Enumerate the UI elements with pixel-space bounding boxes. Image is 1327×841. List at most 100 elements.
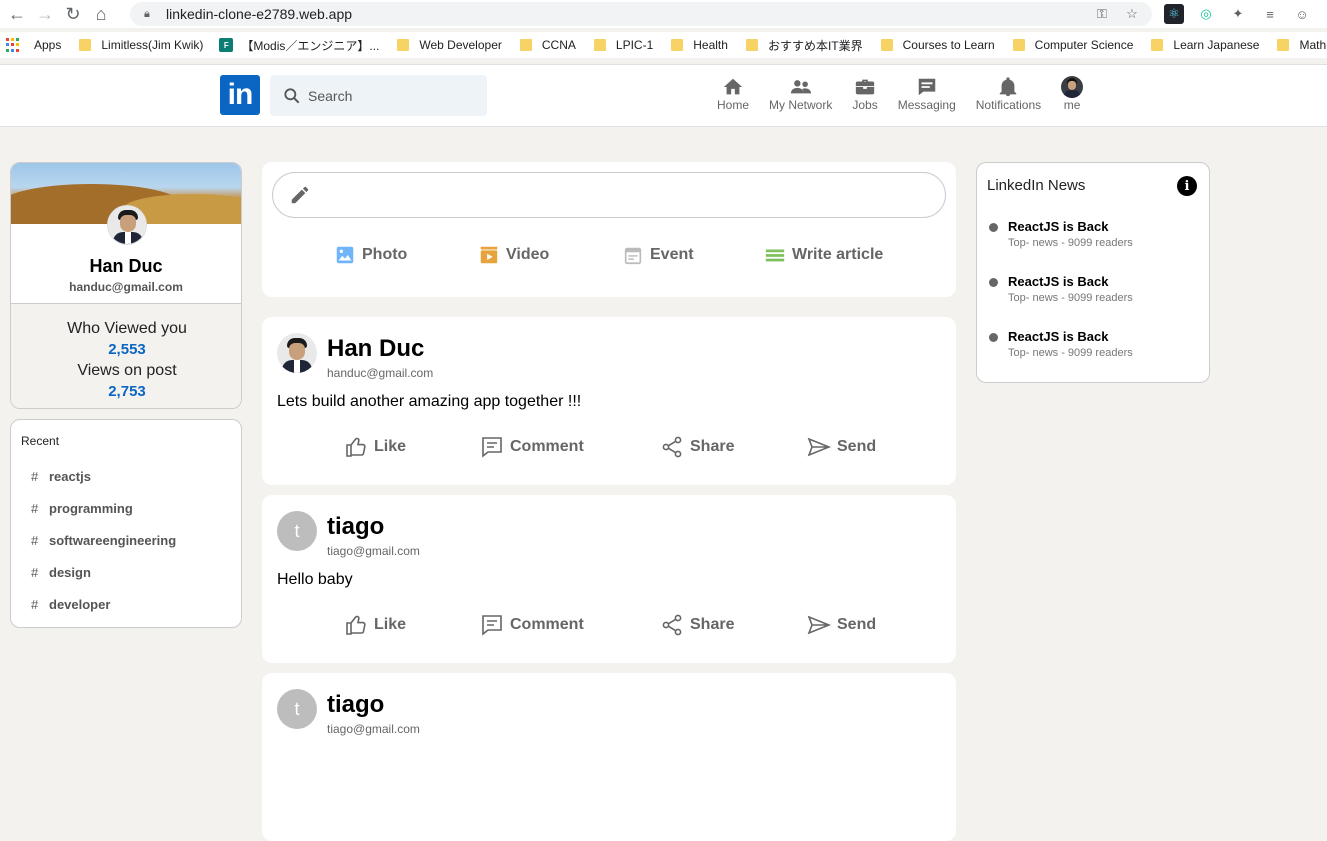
media-icon[interactable]: ≡ bbox=[1260, 4, 1280, 24]
back-icon[interactable]: ← bbox=[6, 3, 28, 25]
option-label: Event bbox=[650, 246, 694, 263]
like-button[interactable]: Like bbox=[344, 613, 406, 637]
address-bar[interactable]: 🔒︎ linkedin-clone-e2789.web.app bbox=[130, 2, 1152, 26]
home-browser-icon[interactable]: ⌂ bbox=[90, 3, 112, 25]
action-label: Comment bbox=[510, 438, 584, 455]
avatar[interactable]: t bbox=[277, 689, 317, 729]
composer-photo-button[interactable]: Photo bbox=[334, 244, 407, 266]
bookmark-label: Math bbox=[1299, 38, 1327, 52]
post-input-box[interactable] bbox=[272, 172, 946, 218]
recent-tag[interactable]: # reactjs bbox=[21, 460, 231, 492]
send-icon bbox=[807, 615, 831, 635]
bookmark-label: Courses to Learn bbox=[902, 38, 995, 52]
news-sub: Top- news - 9099 readers bbox=[1008, 292, 1133, 304]
folder-icon bbox=[519, 39, 532, 51]
recent-title: Recent bbox=[21, 434, 60, 448]
recent-tag[interactable]: # softwareengineering bbox=[21, 524, 231, 556]
bookmark-modis[interactable]: F 【Modis／エンジニア】... bbox=[219, 37, 379, 54]
composer-article-button[interactable]: Write article bbox=[764, 244, 883, 266]
share-button[interactable]: Share bbox=[660, 613, 734, 637]
feed-post: Han Duc handuc@gmail.com Lets build anot… bbox=[262, 317, 956, 485]
avatar[interactable] bbox=[277, 333, 317, 373]
search-box[interactable] bbox=[270, 75, 487, 116]
nav-jobs[interactable]: Jobs bbox=[852, 76, 878, 112]
nav-messaging[interactable]: Messaging bbox=[898, 76, 956, 112]
avatar[interactable]: t bbox=[277, 511, 317, 551]
action-label: Share bbox=[690, 616, 735, 633]
action-label: Like bbox=[374, 616, 407, 633]
post-author[interactable]: tiago bbox=[327, 513, 384, 541]
profile-email: handuc@gmail.com bbox=[69, 280, 183, 294]
react-devtools-icon[interactable]: ⚛ bbox=[1164, 4, 1184, 24]
nav-my-network[interactable]: My Network bbox=[769, 76, 832, 112]
post-message: Lets build another amazing app together … bbox=[277, 393, 582, 410]
nav-me[interactable]: me bbox=[1061, 76, 1084, 112]
bookmark-cs[interactable]: Computer Science bbox=[1012, 38, 1133, 52]
bookmark-apps[interactable]: Apps bbox=[6, 38, 61, 52]
apps-grid-icon bbox=[6, 38, 20, 52]
key-icon[interactable]: ⚿ bbox=[1092, 4, 1112, 24]
post-author[interactable]: Han Duc bbox=[327, 335, 424, 363]
post-input[interactable] bbox=[323, 186, 883, 204]
folder-icon bbox=[1277, 39, 1290, 51]
bookmark-label: LPIC-1 bbox=[615, 38, 654, 52]
share-button[interactable]: Share bbox=[660, 435, 734, 459]
composer-video-button[interactable]: Video bbox=[478, 244, 549, 266]
views-count[interactable]: 2,753 bbox=[11, 381, 241, 402]
recent-tag[interactable]: # design bbox=[21, 556, 231, 588]
nav-home[interactable]: Home bbox=[717, 76, 749, 112]
hash-icon: # bbox=[31, 468, 39, 484]
comment-button[interactable]: Comment bbox=[480, 613, 584, 637]
tag-label: programming bbox=[49, 500, 133, 516]
bookmark-web-developer[interactable]: Web Developer bbox=[397, 38, 502, 52]
news-item[interactable]: ReactJS is Back Top- news - 9099 readers bbox=[989, 274, 1133, 304]
recent-tag[interactable]: # programming bbox=[21, 492, 231, 524]
views-label: Views on post bbox=[77, 362, 177, 379]
send-button[interactable]: Send bbox=[807, 435, 876, 459]
profile-name: Han Duc bbox=[89, 256, 163, 276]
avatar[interactable] bbox=[107, 205, 147, 245]
send-button[interactable]: Send bbox=[807, 613, 876, 637]
who-viewed-count[interactable]: 2,553 bbox=[11, 339, 241, 360]
comment-icon bbox=[482, 615, 502, 636]
bookmark-health[interactable]: Health bbox=[671, 38, 728, 52]
photo-icon bbox=[336, 246, 354, 264]
bullet-icon bbox=[989, 223, 998, 232]
bookmark-label: 【Modis／エンジニア】... bbox=[241, 38, 380, 53]
app-header: in Home My Network Jobs Messaging Notifi… bbox=[0, 64, 1327, 127]
post-email: tiago@gmail.com bbox=[327, 544, 420, 558]
bookmark-books[interactable]: おすすめ本IT業界 bbox=[745, 37, 863, 54]
linkedin-logo[interactable]: in bbox=[220, 75, 260, 115]
feed-post: t tiago tiago@gmail.com bbox=[262, 673, 956, 841]
bookmark-lpic[interactable]: LPIC-1 bbox=[593, 38, 654, 52]
reload-icon[interactable]: ↻ bbox=[62, 3, 84, 25]
folder-icon bbox=[745, 39, 758, 51]
star-icon[interactable]: ☆ bbox=[1122, 4, 1142, 24]
profile-stats: Who Viewed you 2,553 Views on post 2,753 bbox=[11, 303, 241, 408]
post-actions: Like Comment Share Send bbox=[262, 435, 956, 465]
action-label: Like bbox=[374, 438, 407, 455]
like-button[interactable]: Like bbox=[344, 435, 406, 459]
news-item[interactable]: ReactJS is Back Top- news - 9099 readers bbox=[989, 329, 1133, 359]
bookmark-math[interactable]: Math bbox=[1277, 38, 1326, 52]
bookmark-japanese[interactable]: Learn Japanese bbox=[1151, 38, 1259, 52]
extensions-icon[interactable]: ✦ bbox=[1228, 4, 1248, 24]
bookmark-ccna[interactable]: CCNA bbox=[519, 38, 576, 52]
info-icon[interactable]: i bbox=[1177, 176, 1197, 196]
profile-browser-icon[interactable]: ☺ bbox=[1292, 4, 1312, 24]
composer-event-button[interactable]: Event bbox=[622, 244, 694, 266]
nav-label: Messaging bbox=[897, 98, 956, 112]
search-input[interactable] bbox=[308, 87, 468, 104]
bookmark-courses[interactable]: Courses to Learn bbox=[880, 38, 995, 52]
profile-card: Han Duc handuc@gmail.com Who Viewed you … bbox=[10, 162, 242, 409]
recent-tag[interactable]: # developer bbox=[21, 588, 231, 620]
nav-notifications[interactable]: Notifications bbox=[976, 76, 1041, 112]
news-item[interactable]: ReactJS is Back Top- news - 9099 readers bbox=[989, 219, 1133, 249]
tag-label: developer bbox=[49, 596, 111, 612]
bookmark-limitless[interactable]: Limitless(Jim Kwik) bbox=[79, 38, 203, 52]
post-author[interactable]: tiago bbox=[327, 691, 384, 719]
forward-icon[interactable]: → bbox=[34, 3, 56, 25]
grammarly-icon[interactable]: ◎ bbox=[1196, 4, 1216, 24]
calendar-icon bbox=[624, 247, 642, 265]
comment-button[interactable]: Comment bbox=[480, 435, 584, 459]
